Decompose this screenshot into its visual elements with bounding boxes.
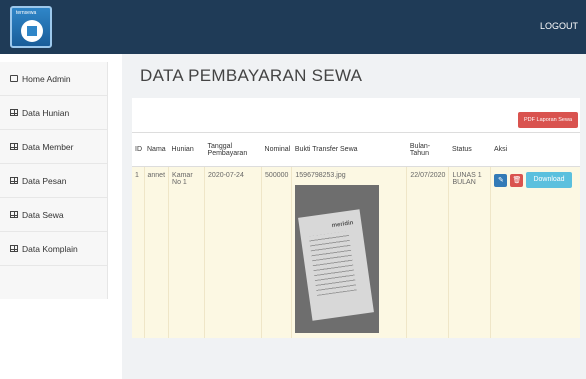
receipt-image[interactable]: meridin bbox=[295, 185, 380, 333]
table-header-row: ID Nama Hunian Tanggal Pembayaran Nomina… bbox=[132, 132, 580, 167]
logo-text: ternsewa bbox=[16, 10, 37, 16]
sidebar: Home Admin Data Hunian Data Member Data … bbox=[0, 54, 108, 379]
page-title: DATA PEMBAYARAN SEWA bbox=[140, 66, 363, 85]
table-row: 1 annet Kamar No 1 2020-07-24 500000 159… bbox=[132, 166, 580, 338]
pdf-report-button[interactable]: PDF Laporan Sewa bbox=[518, 112, 578, 128]
sidebar-item-home-admin[interactable]: Home Admin bbox=[0, 62, 107, 96]
sidebar-item-label: Data Komplain bbox=[22, 243, 78, 254]
sidebar-item-label: Data Sewa bbox=[22, 209, 64, 220]
sidebar-item-data-pesan[interactable]: Data Pesan bbox=[0, 164, 107, 198]
cell-status: LUNAS 1 BULAN bbox=[448, 166, 491, 338]
table-icon bbox=[10, 245, 18, 252]
cell-id: 1 bbox=[132, 166, 144, 338]
table-icon bbox=[10, 211, 18, 218]
col-nama: Nama bbox=[144, 132, 169, 167]
col-nominal: Nominal bbox=[261, 132, 292, 167]
col-aksi: Aksi bbox=[490, 132, 580, 167]
sidebar-item-data-hunian[interactable]: Data Hunian bbox=[0, 96, 107, 130]
delete-button[interactable]: 🗑 bbox=[510, 173, 524, 187]
cell-bukti: 1596798253.jpg meridin bbox=[291, 166, 407, 338]
top-navbar: ternsewa LOGOUT bbox=[0, 0, 586, 54]
col-hunian: Hunian bbox=[168, 132, 205, 167]
table-icon bbox=[10, 177, 18, 184]
col-tanggal: Tanggal Pembayaran bbox=[204, 132, 262, 167]
cell-bulan-tahun: 22/07/2020 bbox=[406, 166, 449, 338]
sidebar-item-label: Data Pesan bbox=[22, 175, 67, 186]
cell-nominal: 500000 bbox=[261, 166, 292, 338]
sidebar-menu: Home Admin Data Hunian Data Member Data … bbox=[0, 62, 108, 299]
sidebar-item-data-komplain[interactable]: Data Komplain bbox=[0, 232, 107, 266]
sidebar-item-label: Home Admin bbox=[22, 73, 71, 84]
monitor-icon bbox=[10, 75, 18, 82]
cell-aksi: ✎ 🗑 Download bbox=[490, 166, 580, 338]
col-status: Status bbox=[448, 132, 491, 167]
house-icon bbox=[21, 20, 43, 42]
action-buttons: ✎ 🗑 Download bbox=[494, 172, 577, 188]
cell-nama: annet bbox=[143, 166, 169, 338]
receipt-paper: meridin bbox=[298, 209, 375, 321]
cell-tanggal: 2020-07-24 bbox=[204, 166, 262, 338]
payments-table: ID Nama Hunian Tanggal Pembayaran Nomina… bbox=[132, 132, 580, 338]
download-button[interactable]: Download bbox=[526, 172, 572, 188]
cell-hunian: Kamar No 1 bbox=[168, 166, 205, 338]
sidebar-item-label: Data Hunian bbox=[22, 107, 70, 118]
table-icon bbox=[10, 109, 18, 116]
sidebar-item-data-member[interactable]: Data Member bbox=[0, 130, 107, 164]
col-id: ID bbox=[132, 132, 144, 167]
edit-button[interactable]: ✎ bbox=[494, 173, 508, 187]
bukti-filename: 1596798253.jpg bbox=[295, 172, 346, 179]
sidebar-item-label: Data Member bbox=[22, 141, 74, 152]
receipt-brand-text: meridin bbox=[331, 220, 355, 230]
sidebar-item-data-sewa[interactable]: Data Sewa bbox=[0, 198, 107, 232]
logout-link[interactable]: LOGOUT bbox=[540, 21, 578, 31]
app-logo[interactable]: ternsewa bbox=[10, 6, 52, 48]
col-bukti: Bukti Transfer Sewa bbox=[291, 132, 407, 167]
table-icon bbox=[10, 143, 18, 150]
col-bulan-tahun: Bulan-Tahun bbox=[406, 132, 449, 167]
